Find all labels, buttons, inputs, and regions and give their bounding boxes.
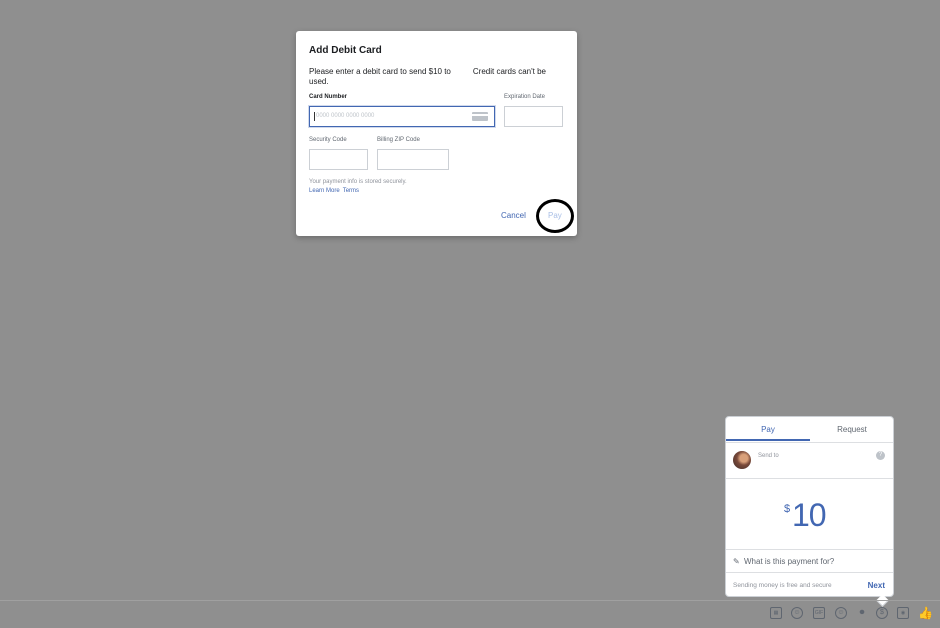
dialog-title: Add Debit Card	[309, 45, 382, 56]
zip-label: Billing ZIP Code	[377, 137, 420, 143]
card-number-placeholder: 0000 0000 0000 0000	[313, 112, 375, 121]
emoji-sticker-icon[interactable]: ☺	[791, 607, 803, 619]
card-number-input[interactable]: 0000 0000 0000 0000	[309, 106, 495, 127]
description-text-1: Please enter a debit card to send $10 to	[309, 67, 451, 76]
footer-links: Learn More Terms	[309, 188, 362, 194]
purpose-placeholder: What is this payment for?	[744, 557, 835, 566]
expiration-label: Expiration Date	[504, 94, 546, 100]
active-tab-underline	[726, 439, 810, 441]
next-button[interactable]: Next	[868, 581, 885, 590]
learn-more-link[interactable]: Learn More	[309, 188, 340, 194]
zip-input[interactable]	[377, 149, 449, 170]
tab-pay[interactable]: Pay	[726, 425, 810, 434]
send-to-row[interactable]: Send to ?	[726, 443, 893, 479]
microphone-icon[interactable]: ⏺	[856, 607, 868, 619]
terms-link[interactable]: Terms	[343, 188, 359, 194]
help-icon[interactable]: ?	[876, 451, 885, 460]
smiley-icon[interactable]: ☺	[835, 607, 847, 619]
send-to-label: Send to	[758, 453, 779, 459]
payment-panel: Pay Request Send to ? $ 10 ✎ What is thi…	[725, 416, 894, 607]
thumbs-up-icon[interactable]: 👍	[918, 607, 933, 619]
cancel-button[interactable]: Cancel	[501, 211, 526, 220]
storage-note: Your payment info is stored securely.	[309, 179, 407, 185]
expiration-input[interactable]	[504, 106, 563, 127]
pay-button[interactable]: Pay	[548, 211, 562, 220]
amount-field[interactable]: $ 10	[726, 479, 893, 550]
tab-request[interactable]: Request	[810, 425, 894, 434]
avatar	[733, 451, 751, 469]
dialog-description: Please enter a debit card to send $10 to…	[309, 67, 564, 87]
payment-purpose-input[interactable]: ✎ What is this payment for?	[726, 550, 893, 573]
security-code-input[interactable]	[309, 149, 368, 170]
pencil-icon: ✎	[733, 557, 740, 566]
gif-icon[interactable]: GIF	[813, 607, 825, 619]
payment-tabs: Pay Request	[726, 417, 893, 443]
security-code-label: Security Code	[309, 137, 347, 143]
camera-icon[interactable]: ◉	[897, 607, 909, 619]
payment-icon[interactable]: $	[876, 607, 888, 619]
amount-value: 10	[792, 497, 827, 533]
sticker-icon[interactable]: ▦	[770, 607, 782, 619]
credit-card-icon	[472, 112, 488, 121]
currency-symbol: $	[784, 503, 791, 515]
payment-footer-note: Sending money is free and secure	[733, 582, 832, 589]
card-number-label: Card Number	[309, 94, 348, 100]
add-debit-card-dialog: Add Debit Card Please enter a debit card…	[296, 31, 577, 236]
